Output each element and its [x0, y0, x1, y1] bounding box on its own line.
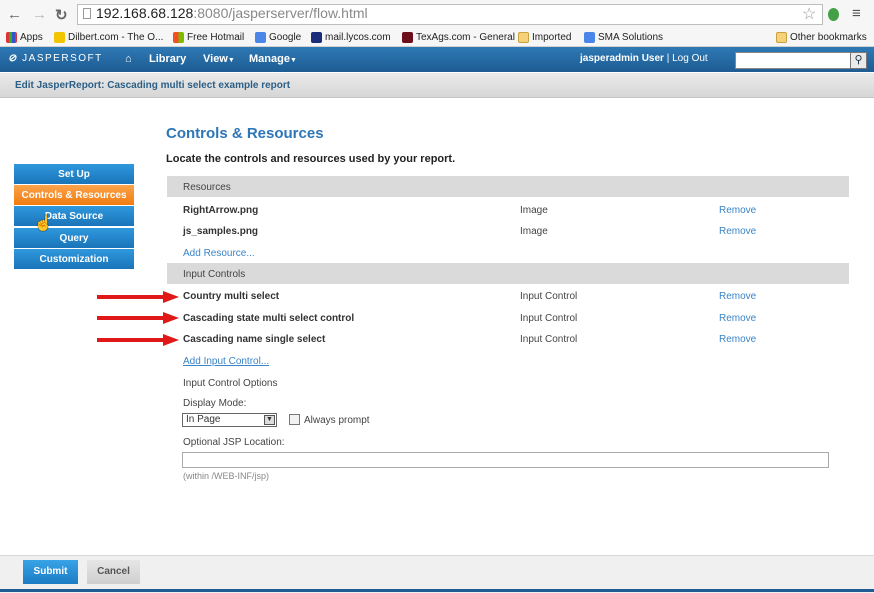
- bookmark-google[interactable]: Google: [255, 30, 301, 44]
- bookmark-hotmail[interactable]: Free Hotmail: [173, 30, 244, 44]
- nav-set-up[interactable]: Set Up: [14, 164, 134, 185]
- bookmark-lycos[interactable]: mail.lycos.com: [311, 30, 391, 44]
- bookmark-dilbert[interactable]: Dilbert.com - The O...: [54, 30, 163, 44]
- resource-name: js_samples.png: [183, 226, 259, 237]
- remove-control-link[interactable]: Remove: [719, 334, 756, 345]
- logout-link[interactable]: Log Out: [672, 53, 708, 64]
- google-icon: [255, 31, 266, 43]
- add-resource-link[interactable]: Add Resource...: [183, 248, 255, 259]
- apps-icon: [6, 31, 17, 43]
- remove-resource-link[interactable]: Remove: [719, 226, 756, 237]
- reload-icon[interactable]: ↻: [55, 6, 68, 24]
- menu-icon[interactable]: ≡: [852, 5, 861, 22]
- annotation-arrow-icon: [97, 334, 179, 346]
- bookmark-apps[interactable]: Apps: [6, 30, 43, 44]
- folder-icon: [518, 31, 529, 43]
- home-icon[interactable]: ⌂: [125, 53, 132, 65]
- annotation-arrow-icon: [97, 291, 179, 303]
- nav-controls-resources[interactable]: Controls & Resources: [14, 185, 134, 206]
- jsp-location-label: Optional JSP Location:: [183, 437, 285, 448]
- extension-icon[interactable]: [828, 8, 839, 21]
- resource-type: Image: [520, 205, 548, 216]
- nav-query[interactable]: Query: [14, 228, 134, 249]
- display-mode-select[interactable]: In Page ▼: [182, 413, 277, 427]
- controls-header: Input Controls: [183, 269, 246, 280]
- forward-icon[interactable]: →: [32, 6, 47, 23]
- folder-icon: [776, 31, 787, 43]
- page-title: Edit JasperReport: Cascading multi selec…: [15, 80, 291, 91]
- back-icon[interactable]: ←: [7, 6, 22, 23]
- cancel-button[interactable]: Cancel: [87, 560, 140, 584]
- other-bookmarks[interactable]: Other bookmarks: [776, 30, 867, 44]
- jsp-hint: (within /WEB-INF/jsp): [183, 471, 270, 481]
- add-input-control-link[interactable]: Add Input Control...: [183, 356, 269, 367]
- page-icon: [83, 8, 91, 19]
- hand-cursor-icon: ☝: [34, 215, 53, 232]
- display-mode-label: Display Mode:: [183, 398, 247, 409]
- user-area: jasperadmin User | Log Out: [580, 53, 708, 64]
- control-type: Input Control: [520, 334, 578, 345]
- control-name: Cascading state multi select control: [183, 313, 355, 324]
- annotation-arrow-icon: [97, 312, 179, 324]
- control-type: Input Control: [520, 291, 578, 302]
- options-label: Input Control Options: [183, 378, 278, 389]
- dilbert-icon: [54, 31, 65, 43]
- search-input[interactable]: [735, 52, 851, 69]
- jaspersoft-logo[interactable]: ⊘ JASPERSOFT: [8, 53, 103, 64]
- submit-button[interactable]: Submit: [23, 560, 78, 584]
- remove-resource-link[interactable]: Remove: [719, 205, 756, 216]
- remove-control-link[interactable]: Remove: [719, 313, 756, 324]
- nav-data-source[interactable]: Data Source: [14, 206, 134, 227]
- search-icon[interactable]: ⚲: [850, 52, 867, 69]
- resource-name: RightArrow.png: [183, 205, 259, 216]
- resource-type: Image: [520, 226, 548, 237]
- always-prompt-checkbox[interactable]: [289, 414, 300, 425]
- bookmark-texags[interactable]: TexAgs.com - General: [402, 30, 515, 44]
- section-subheading: Locate the controls and resources used b…: [166, 153, 456, 165]
- chevron-down-icon: ▼: [264, 415, 275, 425]
- lycos-icon: [311, 31, 322, 43]
- menu-library[interactable]: Library: [149, 53, 186, 65]
- bookmark-imported[interactable]: Imported: [518, 30, 571, 44]
- texags-icon: [402, 31, 413, 43]
- user-name: jasperadmin User: [580, 53, 664, 64]
- sma-icon: [584, 31, 595, 43]
- menu-manage[interactable]: Manage▼: [249, 53, 297, 65]
- windows-icon: [173, 31, 184, 43]
- url-text: 192.168.68.128:8080/jasperserver/flow.ht…: [96, 5, 368, 21]
- control-name: Cascading name single select: [183, 334, 326, 345]
- always-prompt-label: Always prompt: [304, 415, 370, 426]
- jsp-location-input[interactable]: [182, 452, 829, 468]
- nav-customization[interactable]: Customization: [14, 249, 134, 270]
- bookmark-sma[interactable]: SMA Solutions: [584, 30, 663, 44]
- resources-header: Resources: [183, 182, 231, 193]
- remove-control-link[interactable]: Remove: [719, 291, 756, 302]
- control-type: Input Control: [520, 313, 578, 324]
- menu-view[interactable]: View▼: [203, 53, 235, 65]
- section-heading: Controls & Resources: [166, 125, 324, 142]
- control-name: Country multi select: [183, 291, 280, 302]
- resources-header-band: [167, 176, 849, 197]
- star-icon[interactable]: ☆: [802, 4, 816, 24]
- controls-header-band: [167, 263, 849, 284]
